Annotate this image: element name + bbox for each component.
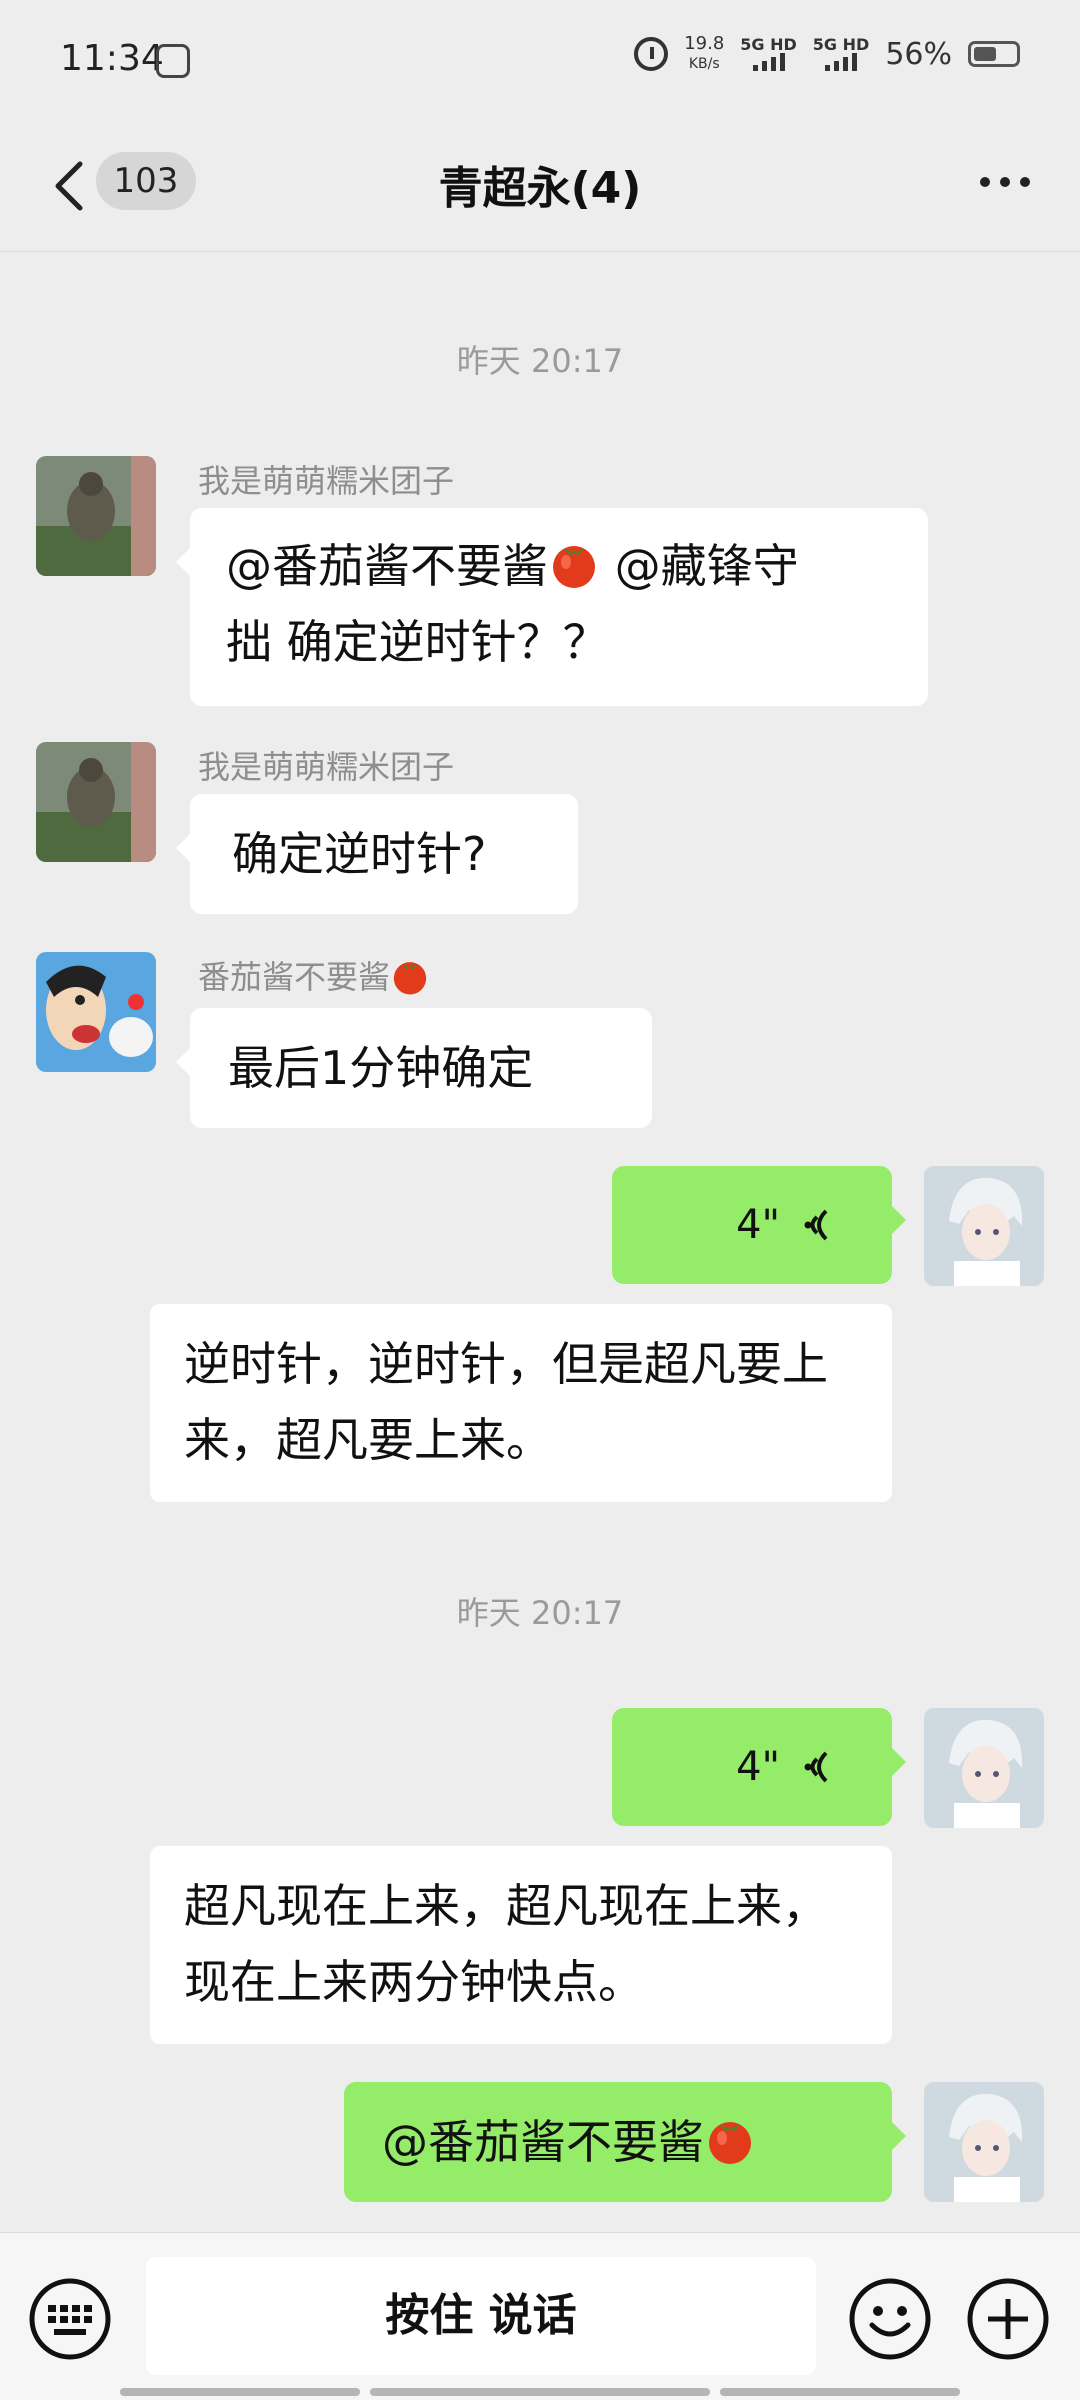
time-separator: 昨天 20:17 <box>456 1594 624 1632</box>
tomato-emoji-icon <box>553 546 595 588</box>
sender-name: 番茄酱不要酱 <box>198 952 430 998</box>
input-bar: 按住 说话 <box>0 2232 1080 2400</box>
sender-name-text: 番茄酱不要酱 <box>198 958 391 996</box>
avatar[interactable] <box>36 456 156 576</box>
avatar[interactable] <box>36 742 156 862</box>
voice-transcript: 逆时针，逆时针，但是超凡要上来，超凡要上来。 <box>150 1304 892 1502</box>
message-text: 确定逆时针? <box>232 827 487 881</box>
speed-unit: KB/s <box>688 56 720 72</box>
status-bar: 11:34 19.8 KB/s 5G HD 5G HD 56% <box>0 0 1080 120</box>
keyboard-icon[interactable] <box>28 2277 112 2361</box>
notification-icon <box>156 44 190 78</box>
my-avatar[interactable] <box>924 2082 1044 2202</box>
voice-message-bubble[interactable]: 4" <box>612 1708 906 1826</box>
network-label-1: 5G HD <box>740 35 797 54</box>
add-icon[interactable] <box>966 2277 1050 2361</box>
signal-bars-icon <box>740 53 797 71</box>
network-label-2: 5G HD <box>812 35 870 54</box>
sender-name: 我是萌萌糯米团子 <box>198 462 455 500</box>
mention: @番茄酱不要酱 <box>226 539 548 593</box>
chat-title: 青超永(4) <box>438 163 642 214</box>
nav-handle <box>120 2388 360 2396</box>
sender-name: 我是萌萌糯米团子 <box>198 748 455 786</box>
message-text-line: 拙 确定逆时针？？ <box>226 615 609 669</box>
message-bubble[interactable]: @番茄酱不要酱 <box>344 2082 906 2202</box>
battery-icon <box>968 41 1020 67</box>
signal-bars-icon <box>813 53 870 71</box>
message-bubble[interactable]: @番茄酱不要酱 @藏锋守 拙 确定逆时针？？ <box>176 508 928 706</box>
signal-2: 5G HD <box>812 35 870 71</box>
nav-handle <box>720 2388 960 2396</box>
message-bubble[interactable]: 确定逆时针? <box>176 794 578 914</box>
tomato-emoji-icon <box>393 962 427 995</box>
voice-wave-icon <box>804 1209 828 1241</box>
time-separator: 昨天 20:17 <box>456 342 624 380</box>
message-text-line: @番茄酱不要酱 @藏锋守 <box>226 528 892 604</box>
message-text: 最后1分钟确定 <box>228 1041 534 1095</box>
mention: @藏锋守 <box>600 539 799 593</box>
status-time: 11:34 <box>60 38 164 79</box>
avatar[interactable] <box>36 952 156 1072</box>
voice-wave-icon <box>804 1751 828 1783</box>
network-speed: 19.8 KB/s <box>684 34 724 74</box>
battery-percent: 56% <box>885 36 952 72</box>
voice-duration: 4" <box>736 1202 780 1248</box>
my-avatar[interactable] <box>924 1708 1044 1828</box>
speed-value: 19.8 <box>684 33 725 54</box>
message-text: @番茄酱不要酱 <box>382 2115 704 2169</box>
my-avatar[interactable] <box>924 1166 1044 1286</box>
message-bubble[interactable]: 最后1分钟确定 <box>176 1008 652 1128</box>
status-indicators: 19.8 KB/s 5G HD 5G HD 56% <box>634 34 1020 74</box>
chat-header: 103 青超永(4) <box>0 120 1080 252</box>
signal-1: 5G HD <box>740 37 797 71</box>
voice-message-bubble[interactable]: 4" <box>612 1166 906 1284</box>
tomato-emoji-icon <box>709 2122 751 2164</box>
more-options-icon[interactable] <box>980 172 1040 192</box>
alarm-icon <box>634 37 669 71</box>
nav-handle <box>370 2388 710 2396</box>
emoji-icon[interactable] <box>848 2277 932 2361</box>
voice-transcript: 超凡现在上来，超凡现在上来，现在上来两分钟快点。 <box>150 1846 892 2044</box>
voice-duration: 4" <box>736 1744 780 1790</box>
hold-to-talk-button[interactable]: 按住 说话 <box>146 2257 816 2375</box>
